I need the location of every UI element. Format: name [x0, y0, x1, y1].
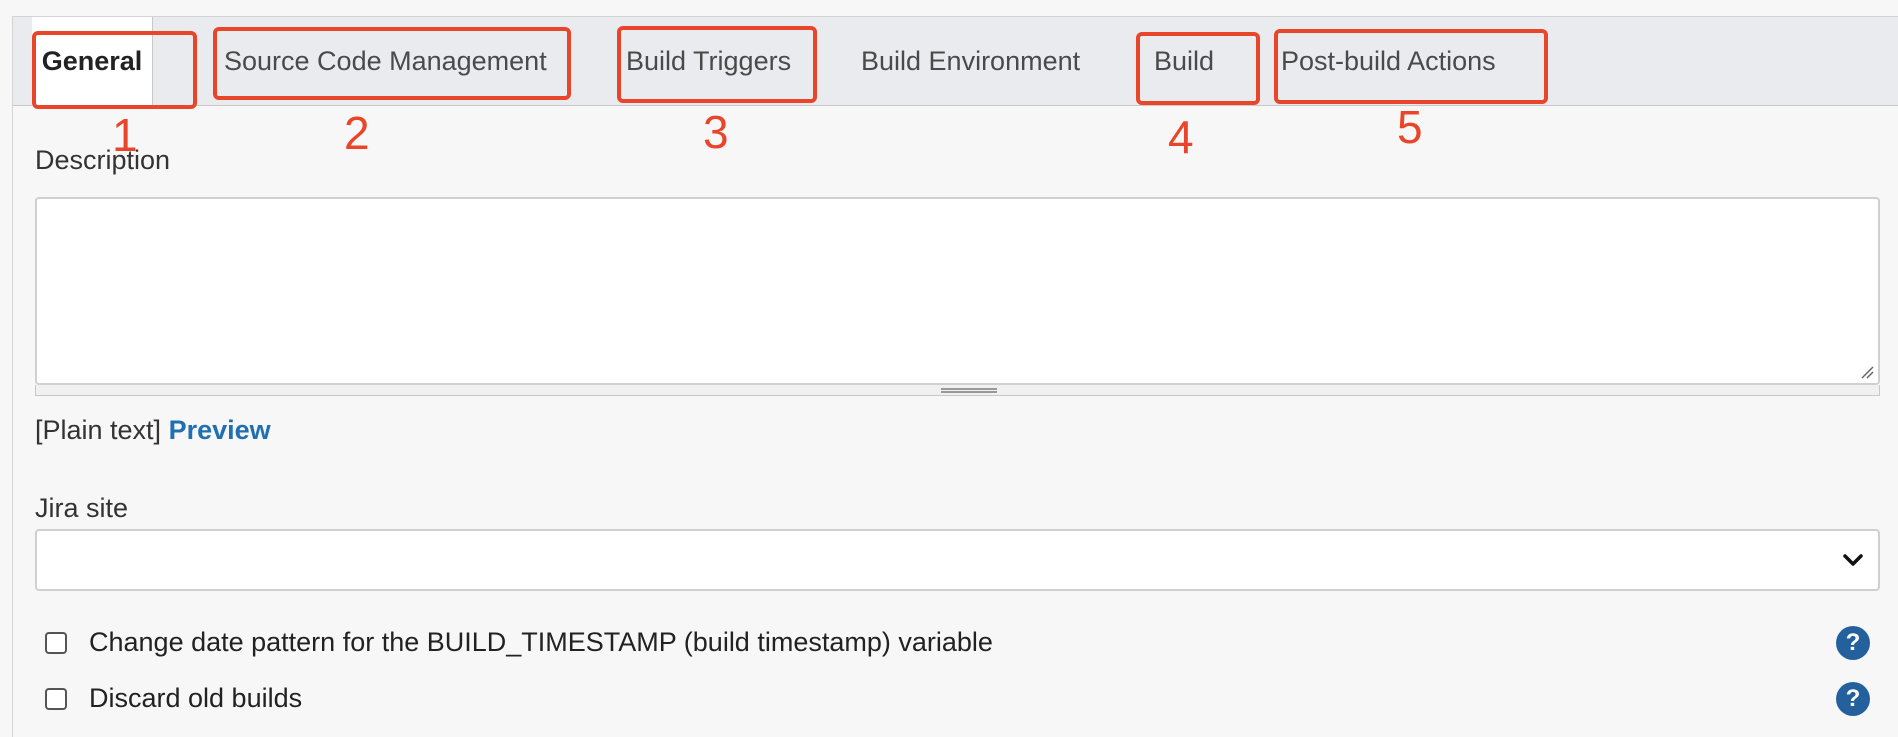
preview-link[interactable]: Preview: [169, 415, 271, 445]
annotation-number-4: 4: [1168, 111, 1194, 163]
option-label: Discard old builds: [89, 683, 303, 713]
plain-text-label: [Plain text]: [35, 415, 162, 445]
annotation-number-2: 2: [344, 107, 370, 159]
tab-build-environment[interactable]: Build Environment: [861, 17, 1080, 105]
tab-source-code-management[interactable]: Source Code Management: [224, 17, 547, 105]
textarea-resize-grip[interactable]: [35, 385, 1880, 396]
config-tab-bar: General Source Code Management Build Tri…: [13, 17, 1898, 106]
jira-site-select[interactable]: [35, 529, 1880, 591]
text-format-line: [Plain text] Preview: [35, 415, 271, 446]
help-icon[interactable]: ?: [1836, 626, 1870, 660]
checkbox[interactable]: [45, 687, 67, 710]
tab-general[interactable]: General: [32, 17, 153, 106]
resize-handle-icon[interactable]: [1860, 365, 1874, 379]
help-icon[interactable]: ?: [1836, 682, 1870, 716]
chevron-down-icon: [1843, 554, 1863, 566]
tab-build[interactable]: Build: [1154, 17, 1214, 105]
option-discard-old-builds: Discard old builds: [35, 683, 302, 714]
grip-lines-icon: [941, 388, 997, 393]
description-label: Description: [35, 145, 171, 175]
tab-build-triggers[interactable]: Build Triggers: [626, 17, 791, 105]
option-label: Change date pattern for the BUILD_TIMEST…: [89, 627, 993, 657]
annotation-number-5: 5: [1397, 101, 1423, 153]
description-textarea[interactable]: [35, 197, 1880, 385]
checkbox[interactable]: [45, 631, 67, 654]
job-config-panel: General Source Code Management Build Tri…: [12, 16, 1898, 737]
option-change-date-pattern: Change date pattern for the BUILD_TIMEST…: [35, 627, 993, 658]
tab-post-build-actions[interactable]: Post-build Actions: [1281, 17, 1496, 105]
annotation-number-3: 3: [703, 106, 729, 158]
jira-site-label: Jira site: [35, 493, 129, 523]
